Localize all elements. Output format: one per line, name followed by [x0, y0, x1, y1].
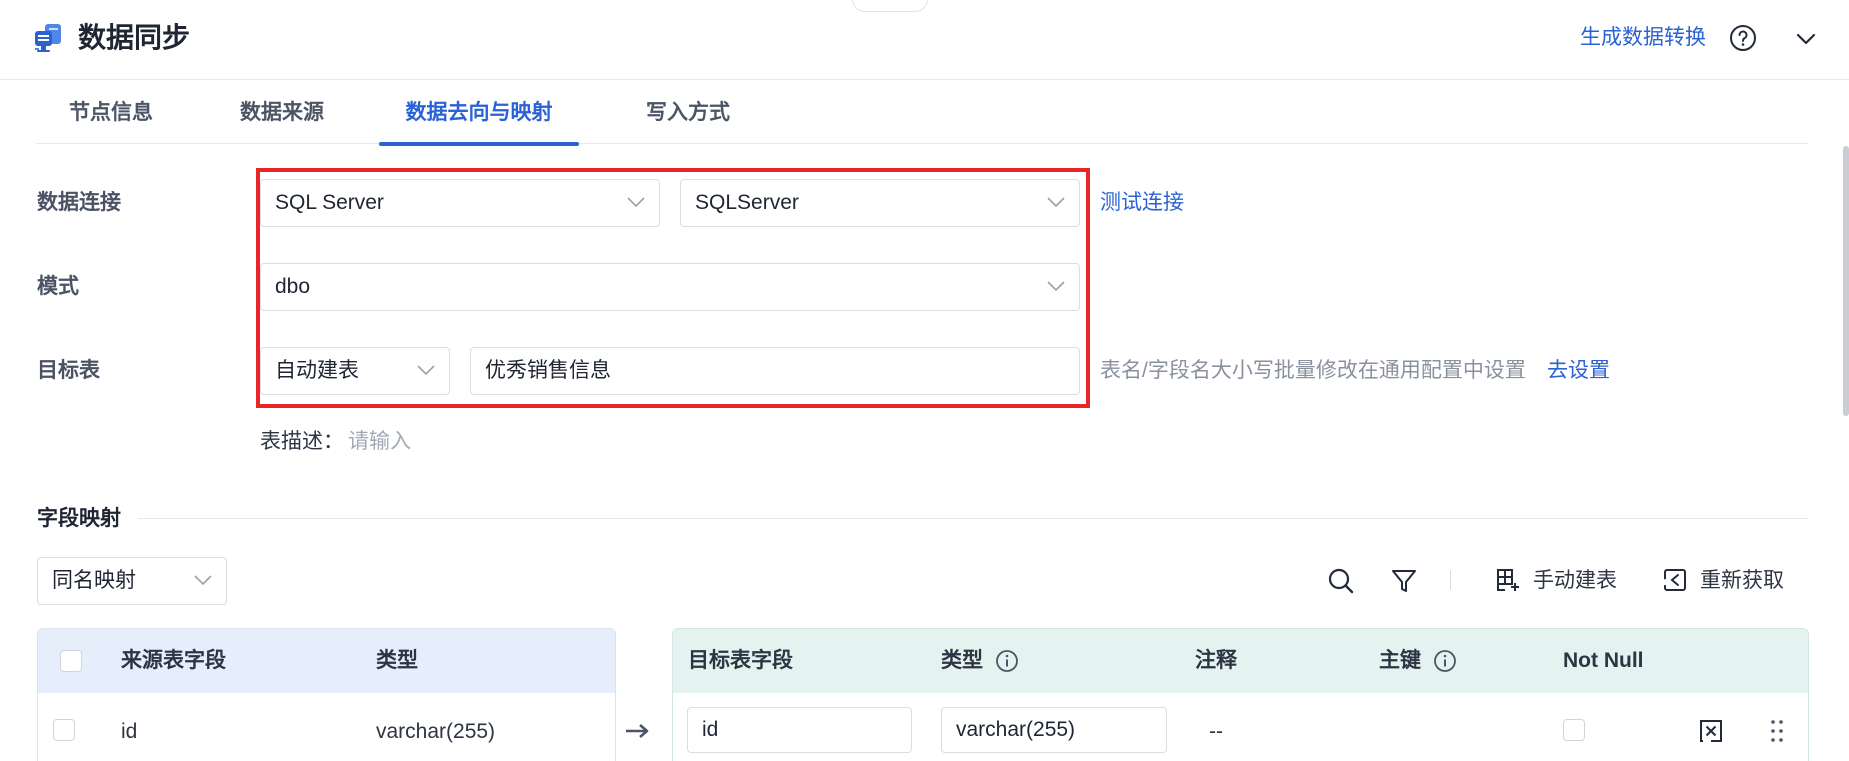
db-type-select[interactable]: SQL Server: [260, 179, 660, 227]
delete-field-icon[interactable]: [1697, 717, 1725, 745]
search-icon[interactable]: [1326, 566, 1356, 596]
chevron-down-icon: [1047, 281, 1065, 292]
connection-label: 数据连接: [37, 191, 121, 214]
manual-create-table-label: 手动建表: [1533, 569, 1617, 592]
tab-node-info[interactable]: 节点信息: [63, 82, 159, 144]
help-icon[interactable]: [1729, 24, 1757, 52]
tab-data-destination[interactable]: 数据去向与映射: [379, 82, 579, 146]
target-type-input[interactable]: varchar(255): [941, 707, 1167, 753]
filter-icon[interactable]: [1389, 566, 1419, 596]
drag-handle-icon[interactable]: [1763, 717, 1791, 745]
source-field-cell: id: [121, 720, 138, 743]
page-title: 数据同步: [78, 22, 191, 53]
info-icon[interactable]: [995, 649, 1019, 673]
target-type-column-header: 类型: [941, 649, 983, 672]
target-type-value: varchar(255): [956, 718, 1076, 741]
source-fields-table: 来源表字段 类型 id varchar(255): [37, 628, 616, 761]
source-type-column-header: 类型: [376, 649, 418, 672]
table-mode-select[interactable]: 自动建表: [260, 347, 450, 395]
chevron-down-icon: [417, 365, 435, 376]
schema-value: dbo: [275, 275, 311, 298]
chevron-down-icon: [1047, 197, 1065, 208]
chevron-down-icon[interactable]: [1795, 28, 1817, 50]
section-divider: [138, 518, 1809, 519]
case-setting-hint: 表名/字段名大小写批量修改在通用配置中设置: [1100, 359, 1526, 382]
target-table-label: 目标表: [37, 359, 100, 382]
data-sync-icon: [35, 24, 61, 52]
chevron-down-icon: [194, 575, 212, 586]
select-all-checkbox[interactable]: [60, 650, 82, 672]
toolbar-divider: [1450, 570, 1451, 590]
source-type-cell: varchar(255): [376, 720, 496, 743]
target-field-value: id: [702, 718, 719, 741]
refresh-fields-label: 重新获取: [1700, 569, 1784, 592]
vertical-scrollbar[interactable]: [1843, 146, 1849, 416]
connection-value: SQLServer: [695, 191, 799, 214]
not-null-checkbox[interactable]: [1563, 719, 1585, 741]
target-table-header: 目标表字段 类型 注释 主键 Not Null: [673, 629, 1808, 693]
schema-label: 模式: [37, 275, 79, 298]
refresh-icon: [1664, 569, 1686, 591]
target-fields-table: 目标表字段 类型 注释 主键 Not Null id varchar(255) …: [672, 628, 1809, 761]
connection-select[interactable]: SQLServer: [680, 179, 1080, 227]
row-checkbox[interactable]: [53, 719, 75, 741]
field-mapping-title: 字段映射: [37, 507, 121, 530]
manual-create-table-button[interactable]: 手动建表: [1495, 566, 1625, 596]
test-connection-link[interactable]: 测试连接: [1100, 188, 1184, 218]
table-mode-value: 自动建表: [275, 359, 359, 382]
source-field-column-header: 来源表字段: [121, 649, 226, 672]
schema-select[interactable]: dbo: [260, 263, 1080, 311]
refresh-fields-button[interactable]: 重新获取: [1662, 566, 1792, 596]
source-table-header: 来源表字段 类型: [38, 629, 615, 693]
db-type-value: SQL Server: [275, 191, 384, 214]
target-field-column-header: 目标表字段: [688, 649, 793, 672]
tab-write-mode[interactable]: 写入方式: [640, 82, 736, 144]
arrow-right-icon: [626, 724, 649, 738]
mapping-mode-select[interactable]: 同名映射: [37, 557, 227, 605]
table-add-icon: [1497, 569, 1519, 591]
generate-transform-link[interactable]: 生成数据转换: [1580, 22, 1706, 54]
tab-data-source[interactable]: 数据来源: [234, 82, 330, 144]
not-null-column-header: Not Null: [1563, 649, 1644, 672]
table-description-input[interactable]: [348, 422, 748, 462]
comment-cell: --: [1209, 720, 1223, 743]
chevron-down-icon: [627, 197, 645, 208]
mapping-mode-value: 同名映射: [52, 569, 136, 592]
info-icon[interactable]: [1433, 649, 1457, 673]
page-header: 数据同步 生成数据转换: [0, 0, 1849, 80]
target-field-input[interactable]: id: [687, 707, 912, 753]
target-table-name-input[interactable]: 优秀销售信息: [470, 347, 1080, 395]
tab-bar: 节点信息 数据来源 数据去向与映射 写入方式: [36, 82, 1808, 146]
comment-column-header: 注释: [1195, 649, 1237, 672]
primary-key-column-header: 主键: [1379, 649, 1421, 672]
go-settings-link[interactable]: 去设置: [1547, 356, 1610, 386]
target-table-name-value: 优秀销售信息: [485, 359, 611, 382]
table-description-label: 表描述：: [260, 430, 344, 453]
